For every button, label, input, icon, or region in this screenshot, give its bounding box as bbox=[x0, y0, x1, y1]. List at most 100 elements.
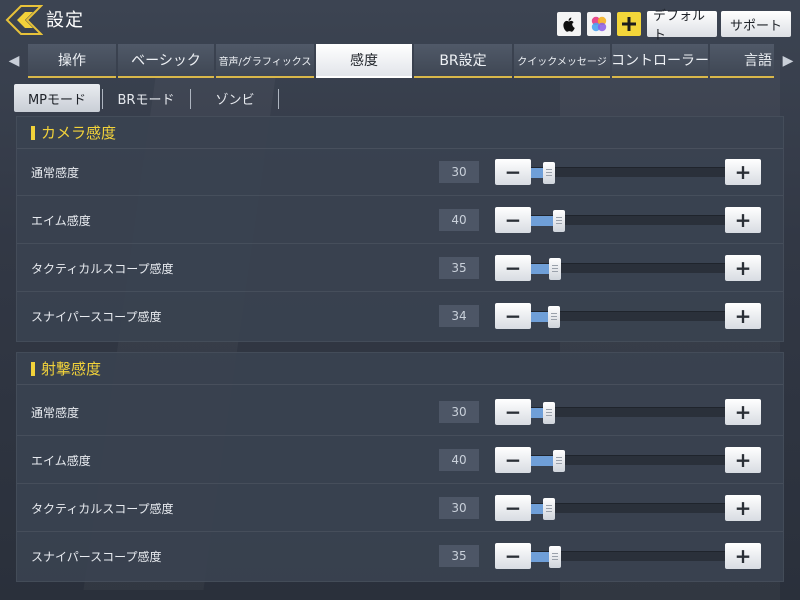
minus-icon: − bbox=[504, 448, 522, 472]
tab-sensitivity[interactable]: 感度 bbox=[316, 44, 412, 78]
row-value: 34 bbox=[439, 305, 479, 327]
increase-button[interactable]: + bbox=[725, 255, 761, 281]
slider-fill bbox=[531, 408, 543, 418]
slider[interactable] bbox=[531, 258, 725, 280]
slider-fill bbox=[531, 456, 553, 466]
minus-icon: − bbox=[504, 304, 522, 328]
divider bbox=[278, 89, 279, 109]
sensitivity-row: 通常感度 30 − + bbox=[17, 149, 783, 196]
increase-button[interactable]: + bbox=[725, 159, 761, 185]
row-value: 30 bbox=[439, 161, 479, 183]
slider-thumb[interactable] bbox=[543, 498, 555, 520]
support-button[interactable]: サポート bbox=[721, 11, 791, 37]
minus-icon: − bbox=[504, 160, 522, 184]
tab-language[interactable]: 言語 bbox=[710, 44, 774, 78]
plus-icon: + bbox=[734, 208, 752, 232]
triangle-right-icon: ▶ bbox=[782, 53, 794, 69]
divider bbox=[17, 243, 783, 244]
slider-thumb[interactable] bbox=[549, 546, 561, 568]
divider bbox=[17, 531, 783, 532]
tab-controls[interactable]: 操作 bbox=[28, 44, 116, 78]
tab-bar: ◀ 操作 ベーシック 音声/グラフィックス 感度 BR設定 クイックメッセージ … bbox=[0, 44, 800, 78]
game-center-button[interactable] bbox=[587, 12, 611, 36]
divider bbox=[102, 89, 103, 109]
slider-thumb[interactable] bbox=[553, 210, 565, 232]
row-label: 通常感度 bbox=[31, 166, 80, 180]
triangle-left-icon: ◀ bbox=[8, 53, 20, 69]
plus-icon: + bbox=[734, 448, 752, 472]
slider[interactable] bbox=[531, 210, 725, 232]
decrease-button[interactable]: − bbox=[495, 495, 531, 521]
decrease-button[interactable]: − bbox=[495, 255, 531, 281]
decrease-button[interactable]: − bbox=[495, 543, 531, 569]
tab-br-settings[interactable]: BR設定 bbox=[414, 44, 512, 78]
mode-tab-br[interactable]: BRモード bbox=[104, 84, 188, 112]
header: 設定 デフォルト サポート bbox=[0, 0, 800, 43]
divider bbox=[17, 384, 783, 385]
row-label: スナイパースコープ感度 bbox=[31, 310, 162, 324]
mode-tab-mp[interactable]: MPモード bbox=[14, 84, 100, 112]
row-value: 35 bbox=[439, 257, 479, 279]
section-title-text: カメラ感度 bbox=[41, 124, 117, 142]
tab-audio-graphics[interactable]: 音声/グラフィックス bbox=[216, 44, 314, 78]
tab-controller[interactable]: コントローラー bbox=[612, 44, 708, 78]
row-label: タクティカルスコープ感度 bbox=[31, 262, 174, 276]
row-value: 30 bbox=[439, 401, 479, 423]
slider[interactable] bbox=[531, 306, 725, 328]
section-marker bbox=[31, 125, 35, 140]
divider bbox=[17, 291, 783, 292]
sensitivity-row: 通常感度 30 − + bbox=[17, 389, 783, 436]
slider-thumb[interactable] bbox=[543, 162, 555, 184]
sensitivity-row: エイム感度 40 − + bbox=[17, 437, 783, 484]
plus-icon: + bbox=[734, 256, 752, 280]
mode-tab-zombie[interactable]: ゾンビ bbox=[192, 84, 278, 112]
slider[interactable] bbox=[531, 546, 725, 568]
slider-thumb[interactable] bbox=[548, 306, 560, 328]
increase-button[interactable]: + bbox=[725, 399, 761, 425]
minus-icon: − bbox=[504, 400, 522, 424]
section-title-text: 射撃感度 bbox=[41, 360, 102, 378]
slider[interactable] bbox=[531, 450, 725, 472]
default-button[interactable]: デフォルト bbox=[647, 9, 717, 43]
decrease-button[interactable]: − bbox=[495, 399, 531, 425]
minus-icon: − bbox=[504, 208, 522, 232]
increase-button[interactable]: + bbox=[725, 207, 761, 233]
increase-button[interactable]: + bbox=[725, 495, 761, 521]
decrease-button[interactable]: − bbox=[495, 207, 531, 233]
sensitivity-row: エイム感度 40 − + bbox=[17, 197, 783, 244]
slider-fill bbox=[531, 168, 543, 178]
slider-thumb[interactable] bbox=[549, 258, 561, 280]
slider-thumb[interactable] bbox=[543, 402, 555, 424]
slider[interactable] bbox=[531, 402, 725, 424]
section-title: 射撃感度 bbox=[31, 358, 101, 379]
plus-icon: + bbox=[734, 304, 752, 328]
slider[interactable] bbox=[531, 162, 725, 184]
increase-button[interactable]: + bbox=[725, 543, 761, 569]
divider bbox=[17, 435, 783, 436]
increase-button[interactable]: + bbox=[725, 447, 761, 473]
tab-scroll-left[interactable]: ◀ bbox=[2, 44, 26, 78]
row-label: エイム感度 bbox=[31, 454, 91, 468]
increase-button[interactable]: + bbox=[725, 303, 761, 329]
tab-quick-message[interactable]: クイックメッセージ bbox=[514, 44, 610, 78]
slider[interactable] bbox=[531, 498, 725, 520]
row-label: 通常感度 bbox=[31, 406, 80, 420]
section-title: カメラ感度 bbox=[31, 122, 116, 143]
add-button[interactable] bbox=[617, 12, 641, 36]
back-arrow-icon bbox=[5, 5, 43, 35]
tab-scroll-right[interactable]: ▶ bbox=[776, 44, 800, 78]
row-value: 30 bbox=[439, 497, 479, 519]
minus-icon: − bbox=[504, 544, 522, 568]
apple-button[interactable] bbox=[557, 12, 581, 36]
minus-icon: − bbox=[504, 496, 522, 520]
decrease-button[interactable]: − bbox=[495, 447, 531, 473]
row-value: 40 bbox=[439, 449, 479, 471]
decrease-button[interactable]: − bbox=[495, 159, 531, 185]
sensitivity-row: スナイパースコープ感度 34 − + bbox=[17, 293, 783, 340]
slider-fill bbox=[531, 312, 548, 322]
back-button[interactable] bbox=[4, 4, 44, 36]
plus-icon: + bbox=[734, 160, 752, 184]
tab-basic[interactable]: ベーシック bbox=[118, 44, 214, 78]
slider-thumb[interactable] bbox=[553, 450, 565, 472]
decrease-button[interactable]: − bbox=[495, 303, 531, 329]
